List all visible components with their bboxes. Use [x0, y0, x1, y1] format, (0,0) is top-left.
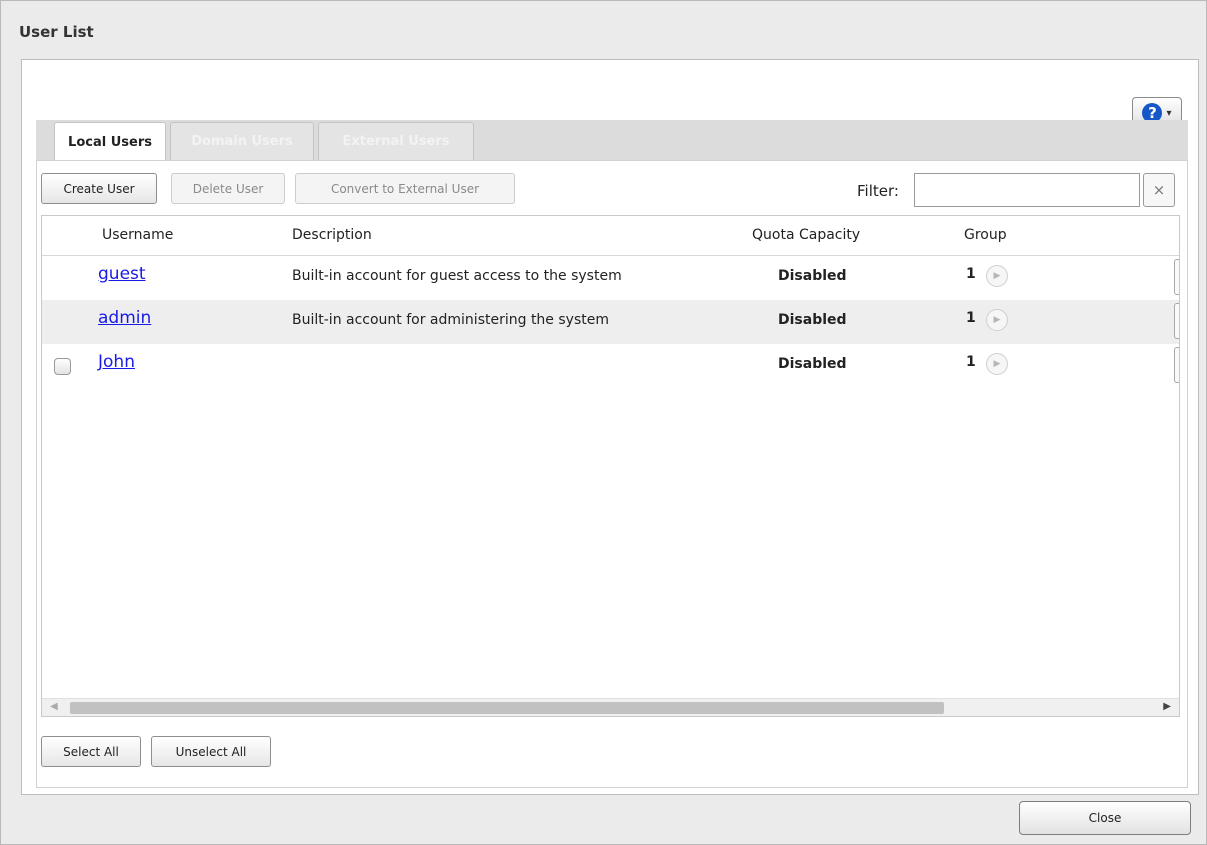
horizontal-scrollbar[interactable]: ◀ ▶ — [42, 698, 1179, 716]
row-checkbox[interactable] — [54, 358, 71, 375]
table-header: Username Description Quota Capacity Grou… — [42, 216, 1179, 256]
content-frame: ? ▾ Local Users Domain Users External Us… — [21, 59, 1199, 795]
clear-filter-button[interactable]: × — [1143, 173, 1175, 207]
close-icon: × — [1152, 181, 1166, 199]
tab-strip: Local Users Domain Users External Users — [36, 120, 1188, 162]
user-table: Username Description Quota Capacity Grou… — [41, 215, 1180, 717]
quota-capacity-cell: Disabled — [778, 356, 847, 372]
row-edge-control — [1174, 303, 1179, 339]
group-count: 1 — [966, 266, 976, 282]
row-edge-control — [1174, 347, 1179, 383]
column-header-description[interactable]: Description — [292, 227, 372, 243]
unselect-all-button[interactable]: Unselect All — [151, 736, 271, 767]
create-user-button[interactable]: Create User — [41, 173, 157, 204]
scroll-right-arrow-icon[interactable]: ▶ — [1163, 701, 1171, 712]
scroll-left-arrow-icon[interactable]: ◀ — [50, 701, 58, 712]
play-arrow-icon[interactable]: ▶ — [986, 265, 1008, 287]
username-link[interactable]: admin — [98, 308, 151, 328]
username-link[interactable]: John — [98, 352, 135, 372]
convert-to-external-user-button[interactable]: Convert to External User — [295, 173, 515, 204]
group-count: 1 — [966, 354, 976, 370]
scrollbar-thumb[interactable] — [70, 702, 944, 714]
local-users-panel: Create User Delete User Convert to Exter… — [36, 160, 1188, 788]
row-edge-control — [1174, 259, 1179, 295]
column-header-group[interactable]: Group — [964, 227, 1007, 243]
description-cell: Built-in account for administering the s… — [292, 312, 609, 328]
close-button[interactable]: Close — [1019, 801, 1191, 835]
tab-local-users[interactable]: Local Users — [54, 122, 166, 162]
dialog-title: User List — [19, 23, 94, 41]
filter-label: Filter: — [857, 182, 899, 200]
delete-user-button[interactable]: Delete User — [171, 173, 285, 204]
user-list-dialog: User List ? ▾ Local Users Domain Users E… — [0, 0, 1207, 845]
play-arrow-icon[interactable]: ▶ — [986, 353, 1008, 375]
group-count: 1 — [966, 310, 976, 326]
play-arrow-icon[interactable]: ▶ — [986, 309, 1008, 331]
tab-domain-users[interactable]: Domain Users — [170, 122, 314, 160]
tab-external-users[interactable]: External Users — [318, 122, 474, 160]
quota-capacity-cell: Disabled — [778, 268, 847, 284]
column-header-username[interactable]: Username — [102, 227, 173, 243]
table-row[interactable]: guest Built-in account for guest access … — [42, 256, 1179, 300]
description-cell: Built-in account for guest access to the… — [292, 268, 622, 284]
select-all-button[interactable]: Select All — [41, 736, 141, 767]
filter-input[interactable] — [914, 173, 1140, 207]
chevron-down-icon: ▾ — [1166, 107, 1172, 119]
quota-capacity-cell: Disabled — [778, 312, 847, 328]
column-header-quota-capacity[interactable]: Quota Capacity — [752, 227, 860, 243]
table-row[interactable]: admin Built-in account for administering… — [42, 300, 1179, 344]
table-row[interactable]: John Disabled 1 ▶ — [42, 344, 1179, 388]
username-link[interactable]: guest — [98, 264, 146, 284]
